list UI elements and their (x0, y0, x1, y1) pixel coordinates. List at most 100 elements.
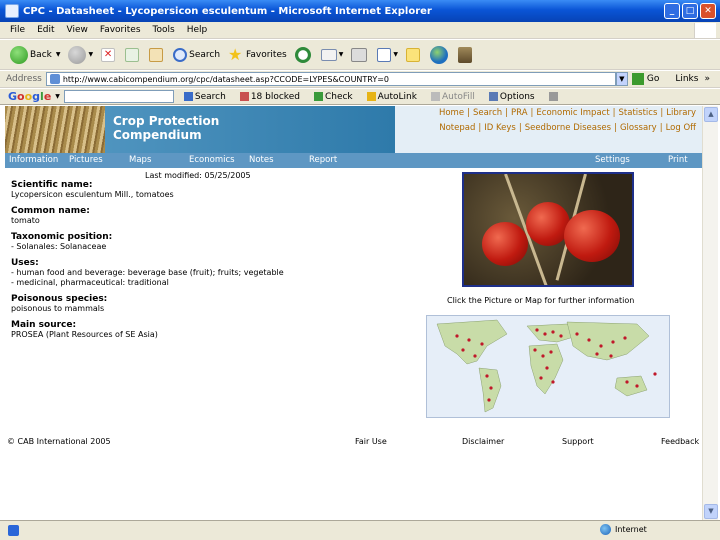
links-button[interactable]: Links (675, 74, 698, 84)
tomato-photo[interactable] (462, 172, 634, 287)
security-zone: Internet (600, 524, 647, 535)
nav-economic-impact-link[interactable]: Economic Impact (536, 108, 609, 118)
printer-icon (351, 47, 368, 62)
page-icon (49, 74, 60, 84)
links-more-icon[interactable]: » (704, 74, 710, 84)
stop-button[interactable]: ✕ (101, 47, 117, 62)
menu-view[interactable]: View (67, 25, 88, 35)
menu-tools[interactable]: Tools (153, 25, 175, 35)
tab-economics[interactable]: Economics (189, 155, 235, 165)
nav-seedborne-diseases-link[interactable]: Seedborne Diseases (525, 123, 611, 133)
edit-dropdown-icon[interactable]: ▼ (393, 51, 398, 58)
menu-favorites[interactable]: Favorites (100, 25, 141, 35)
google-search-input[interactable] (63, 90, 174, 103)
google-logo[interactable]: Google (8, 90, 51, 103)
google-search-button[interactable]: Search (183, 92, 226, 102)
section-main-source: Main source: PROSEA (Plant Resources of … (11, 320, 158, 339)
forward-button[interactable]: ▼ (68, 45, 93, 64)
history-button[interactable] (294, 46, 313, 63)
close-button[interactable]: ✕ (700, 3, 716, 19)
tab-information[interactable]: Information (9, 155, 58, 165)
refresh-button[interactable] (125, 47, 141, 62)
mail-button[interactable]: ▼ (320, 48, 344, 61)
favorites-button[interactable]: ★ Favorites (228, 46, 287, 63)
spell-check-button[interactable]: Check (313, 92, 353, 102)
autolink-button[interactable]: AutoLink (366, 92, 417, 102)
menu-help[interactable]: Help (187, 25, 208, 35)
wheat-banner-image (5, 106, 105, 153)
autofill-button[interactable]: AutoFill (430, 92, 475, 102)
go-arrow-icon (631, 73, 644, 85)
mail-dropdown-icon[interactable]: ▼ (339, 51, 344, 58)
tab-notes[interactable]: Notes (249, 155, 274, 165)
nav-pra-link[interactable]: PRA (511, 108, 528, 118)
scroll-down-icon[interactable]: ▼ (704, 504, 718, 519)
search-button[interactable]: Search (173, 47, 220, 62)
fair-use-link[interactable]: Fair Use (355, 437, 387, 446)
support-link[interactable]: Support (562, 437, 594, 446)
google-g-icon (183, 92, 193, 101)
google-toolbar: Google ▼ Search 18 blocked Check AutoLin… (0, 89, 720, 105)
copyright-text: © CAB International 2005 (7, 437, 111, 446)
nav-notepad-link[interactable]: Notepad (439, 123, 475, 133)
address-input[interactable]: http://www.cabicompendium.org/cpc/datash… (45, 72, 616, 86)
tab-pictures[interactable]: Pictures (69, 155, 103, 165)
web-page: Crop Protection Compendium Home | Search… (5, 106, 702, 520)
globe-icon (429, 45, 448, 64)
options-icon (488, 92, 498, 101)
tab-maps[interactable]: Maps (129, 155, 151, 165)
distribution-map[interactable] (426, 315, 670, 418)
section-poisonous-species: Poisonous species: poisonous to mammals (11, 294, 108, 313)
scroll-up-icon[interactable]: ▲ (704, 107, 718, 122)
go-button[interactable]: Go (631, 73, 659, 85)
cpc-banner: Crop Protection Compendium Home | Search… (5, 106, 702, 153)
pencil-icon (548, 92, 558, 101)
tab-settings[interactable]: Settings (595, 155, 630, 165)
page-footer: © CAB International 2005 Fair Use Discla… (5, 436, 702, 448)
nav-library-link[interactable]: Library (666, 108, 696, 118)
forward-dropdown-icon[interactable]: ▼ (88, 51, 93, 58)
address-dropdown-icon[interactable]: ▼ (615, 72, 628, 86)
menu-bar: File Edit View Favorites Tools Help (0, 22, 720, 39)
feedback-link[interactable]: Feedback (661, 437, 699, 446)
photo-tomato (564, 210, 620, 262)
nav-search-link[interactable]: Search (473, 108, 502, 118)
pencil-button[interactable] (548, 92, 560, 101)
nav-row-2: Notepad | ID Keys | Seedborne Diseases |… (439, 123, 696, 133)
section-common-name: Common name: tomato (11, 206, 90, 225)
search-icon (173, 47, 188, 62)
last-modified: Last modified: 05/25/2005 (145, 171, 251, 180)
minimize-button[interactable]: _ (664, 3, 680, 19)
edit-button[interactable]: ▼ (377, 47, 398, 62)
word-icon (377, 47, 392, 62)
home-button[interactable] (149, 47, 165, 62)
options-button[interactable]: Options (488, 92, 535, 102)
google-logo-dropdown-icon[interactable]: ▼ (55, 93, 60, 100)
back-dropdown-icon[interactable]: ▼ (56, 51, 61, 58)
address-label: Address (6, 74, 42, 84)
maximize-button[interactable]: □ (682, 3, 698, 19)
nav-log-off-link[interactable]: Log Off (666, 123, 696, 133)
vertical-scrollbar[interactable]: ▲ ▼ (702, 106, 718, 520)
picture-caption: Click the Picture or Map for further inf… (447, 296, 635, 305)
disclaimer-link[interactable]: Disclaimer (462, 437, 504, 446)
refresh-icon (125, 47, 140, 62)
nav-statistics-link[interactable]: Statistics (619, 108, 658, 118)
tab-report[interactable]: Report (309, 155, 337, 165)
nav-home-link[interactable]: Home (439, 108, 464, 118)
sticky-note-icon (405, 47, 420, 62)
menu-file[interactable]: File (10, 25, 25, 35)
messenger-button[interactable] (457, 46, 474, 63)
section-scientific-name: Scientific name: Lycopersicon esculentum… (11, 180, 174, 199)
notes-button[interactable] (405, 47, 422, 62)
back-button[interactable]: Back ▼ (10, 45, 61, 64)
globe-button[interactable] (429, 45, 450, 64)
nav-glossary-link[interactable]: Glossary (620, 123, 657, 133)
print-button[interactable] (351, 47, 369, 62)
page-loaded-icon (8, 525, 19, 536)
nav-id-keys-link[interactable]: ID Keys (484, 123, 516, 133)
menu-edit[interactable]: Edit (37, 25, 54, 35)
autolink-icon (366, 92, 376, 101)
popup-blocker-button[interactable]: 18 blocked (239, 92, 300, 102)
tab-print[interactable]: Print (668, 155, 688, 165)
